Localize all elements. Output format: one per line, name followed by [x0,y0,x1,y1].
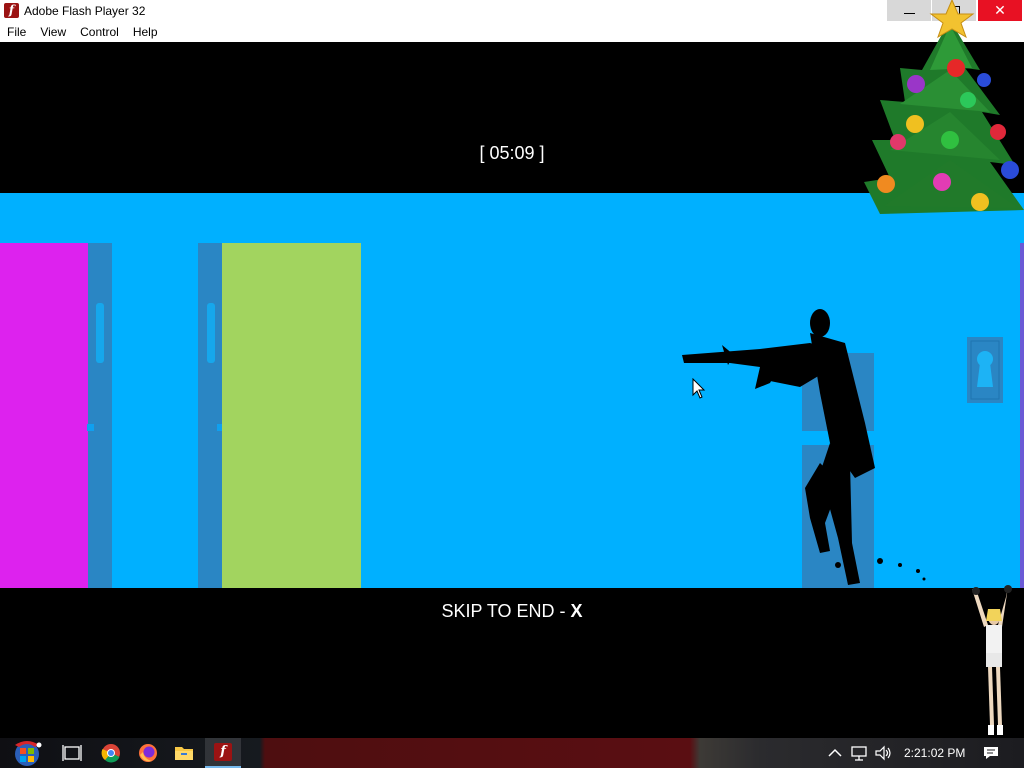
green-door [222,243,361,588]
chevron-up-icon[interactable] [826,744,844,762]
door-handle [96,303,104,363]
menu-file[interactable]: File [0,25,33,39]
file-explorer-icon [175,747,193,760]
start-button-icon [15,741,42,766]
start-button[interactable] [10,739,44,767]
skip-to-end-prompt[interactable]: SKIP TO END - X [0,600,1024,622]
volume-icon[interactable] [874,744,892,762]
dancing-figure-icon [972,585,1012,735]
scene-edge [1020,243,1024,588]
keyhole-icon [970,340,1000,400]
chrome-icon [101,744,120,763]
taskbar: f 2:21:02 PM [0,738,1024,768]
door-frame [198,243,222,588]
window-title: Adobe Flash Player 32 [24,4,146,18]
door-frame [88,243,112,588]
skip-label: SKIP TO END - [441,601,571,621]
skip-key: X [570,601,583,621]
taskbar-clock[interactable]: 2:21:02 PM [904,746,965,760]
game-scene[interactable] [0,193,1024,588]
magenta-door [0,243,88,588]
menu-control[interactable]: Control [73,25,126,39]
flash-player-taskbar-button[interactable]: f [205,738,241,768]
firefox-taskbar-button[interactable] [136,741,160,765]
task-view-icon [62,745,82,761]
gunman-silhouette [682,309,926,585]
menu-view[interactable]: View [33,25,73,39]
notification-icon[interactable] [982,744,1000,762]
mouse-cursor-icon [692,378,706,399]
keyhole-plate [967,337,1003,403]
firefox-icon [139,744,157,762]
file-explorer-taskbar-button[interactable] [172,741,196,765]
menu-help[interactable]: Help [126,25,165,39]
network-icon[interactable] [850,744,868,762]
door-handle [207,303,215,363]
flash-player-icon[interactable]: f [4,3,19,18]
chrome-taskbar-button[interactable] [99,741,123,765]
christmas-tree-icon [864,0,1024,214]
door-knob [87,424,94,431]
flash-player-icon: f [214,743,232,761]
task-view-button[interactable] [60,741,84,765]
